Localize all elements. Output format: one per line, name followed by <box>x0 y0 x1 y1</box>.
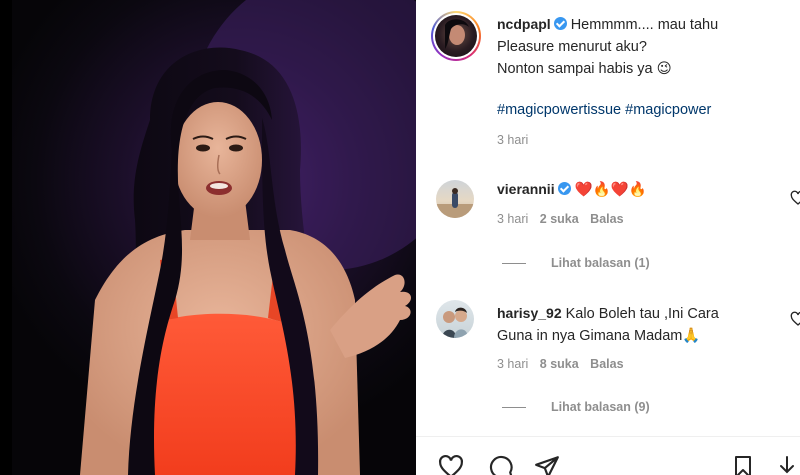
comment-vierannii: vierannii ❤️🔥❤️🔥 <box>497 178 647 201</box>
view-replies-button[interactable]: Lihat balasan (1) <box>502 256 650 270</box>
reply-button[interactable]: Balas <box>590 357 623 371</box>
action-bar-divider <box>416 436 800 437</box>
post-timestamp[interactable]: 3 hari <box>497 133 528 147</box>
avatar-photo <box>445 19 469 49</box>
avatar-photo <box>436 188 474 218</box>
comment-harisy-92: harisy_92 Kalo Boleh tau ,Ini Cara Guna … <box>497 302 719 347</box>
comment-time[interactable]: 3 hari <box>497 357 528 371</box>
caption-line-3: Nonton sampai habis ya <box>497 61 653 77</box>
comment-like-heart-icon[interactable] <box>790 311 800 332</box>
comment-meta: 3 hari 8 suka Balas <box>497 357 624 371</box>
wink-emoji: 😉 <box>656 61 672 77</box>
comment-avatar-vierannii[interactable] <box>436 180 474 218</box>
view-replies-label: Lihat balasan (9) <box>551 400 650 414</box>
bookmark-icon[interactable] <box>731 455 755 475</box>
like-heart-icon[interactable] <box>437 454 465 475</box>
author-username[interactable]: ncdpapl <box>497 16 551 32</box>
view-replies-label: Lihat balasan (1) <box>551 256 650 270</box>
post-video[interactable] <box>0 0 416 475</box>
verified-badge-icon <box>557 182 571 195</box>
pray-emoji: 🙏 <box>682 328 701 344</box>
comment-text-line-2: Guna in nya Gimana Madam <box>497 328 683 344</box>
comment-like-heart-icon[interactable] <box>790 190 800 211</box>
video-left-edge <box>0 0 12 475</box>
comment-text: ❤️🔥❤️🔥 <box>574 182 647 198</box>
comment-meta: 3 hari 2 suka Balas <box>497 212 624 226</box>
avatar-photo <box>442 307 468 338</box>
comment-likes[interactable]: 2 suka <box>540 212 579 226</box>
caption-line-2: Pleasure menurut aku? <box>497 39 647 55</box>
replies-divider <box>502 262 526 264</box>
comment-username[interactable]: vierannii <box>497 181 555 197</box>
comment-likes[interactable]: 8 suka <box>540 357 579 371</box>
share-icon[interactable] <box>533 454 561 475</box>
comment-text-line-1: Kalo Boleh tau ,Ini Cara <box>565 306 719 322</box>
post-caption: ncdpapl Hemmmm.... mau tahu Pleasure men… <box>497 13 718 80</box>
comment-icon[interactable] <box>487 454 515 475</box>
comment-avatar-harisy-92[interactable] <box>436 300 474 338</box>
view-replies-button[interactable]: Lihat balasan (9) <box>502 400 650 414</box>
replies-divider <box>502 406 526 408</box>
download-icon[interactable] <box>774 455 800 475</box>
author-avatar[interactable] <box>431 11 481 61</box>
caption-hashtags[interactable]: #magicpowertissue #magicpower <box>497 102 711 118</box>
caption-line-1: Hemmmm.... mau tahu <box>570 17 719 33</box>
comment-time[interactable]: 3 hari <box>497 212 528 226</box>
verified-badge-icon <box>553 17 567 30</box>
reply-button[interactable]: Balas <box>590 212 623 226</box>
comment-username[interactable]: harisy_92 <box>497 305 562 321</box>
video-frame-illustration <box>80 0 416 475</box>
